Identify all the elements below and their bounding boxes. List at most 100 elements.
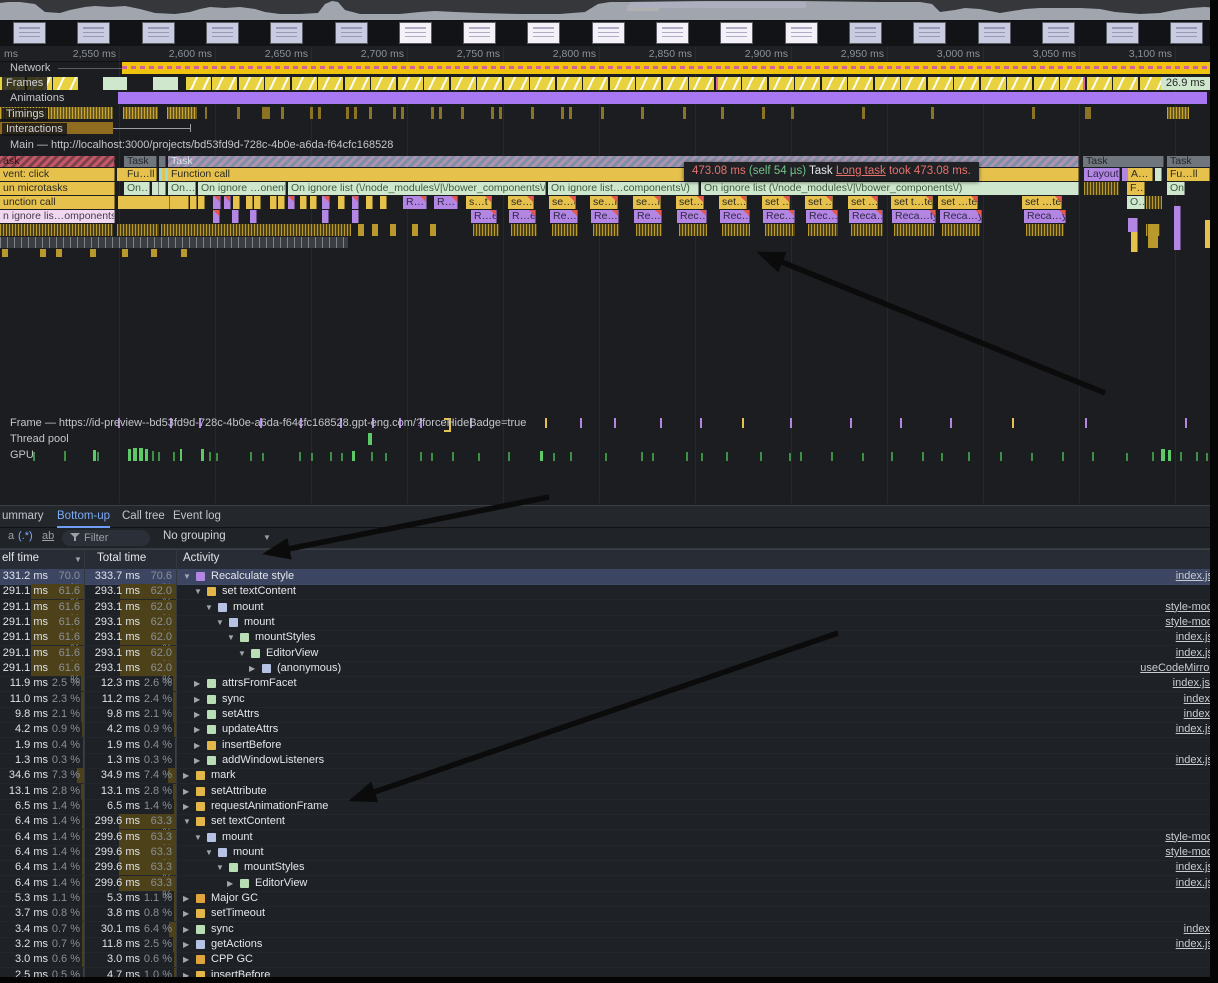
frame-block-idle[interactable]: [153, 77, 178, 90]
frame-block[interactable]: [345, 77, 370, 90]
flame-bar[interactable]: Rec…le: [677, 210, 707, 223]
animations-track-label[interactable]: Animations: [10, 92, 64, 104]
expand-arrow-icon[interactable]: ▶: [194, 710, 200, 719]
frame-block[interactable]: [901, 77, 926, 90]
frame-block[interactable]: [981, 77, 1006, 90]
flame-bar[interactable]: unction call: [0, 196, 115, 209]
flame-bar[interactable]: se…nt: [633, 196, 661, 209]
flame-bar[interactable]: F…l: [1127, 182, 1145, 195]
flame-bar[interactable]: [288, 196, 295, 209]
flame-bar[interactable]: R…e: [471, 210, 497, 223]
table-row[interactable]: 291.1 ms61.6 %293.1 ms62.0 %▼mountstyle-…: [0, 615, 1218, 631]
table-row[interactable]: 5.3 ms1.1 %5.3 ms1.1 %▶Major GC: [0, 891, 1218, 907]
flame-bar[interactable]: [233, 196, 240, 209]
table-row[interactable]: 291.1 ms61.6 %293.1 ms62.0 %▼EditorViewi…: [0, 646, 1218, 662]
frame-duration-badge[interactable]: 26.9 ms: [1161, 77, 1210, 90]
flame-bar[interactable]: R…e: [509, 210, 536, 223]
frame-block[interactable]: [716, 77, 741, 90]
table-row[interactable]: 3.2 ms0.7 %11.8 ms2.5 %▶getActionsindex.…: [0, 937, 1218, 953]
source-link[interactable]: index.: [1184, 693, 1213, 705]
source-link[interactable]: index.js: [1176, 570, 1213, 582]
table-row[interactable]: 6.4 ms1.4 %299.6 ms63.3 %▶EditorViewinde…: [0, 876, 1218, 892]
flame-bar[interactable]: [352, 196, 359, 209]
table-row[interactable]: 6.4 ms1.4 %299.6 ms63.3 %▼mountstyle-mod: [0, 830, 1218, 846]
expand-arrow-icon[interactable]: ▶: [249, 664, 255, 673]
timings-track-label[interactable]: Timings: [2, 108, 48, 121]
expand-arrow-icon[interactable]: ▶: [227, 879, 233, 888]
flame-bar[interactable]: On ignore list…components\/): [548, 182, 699, 195]
tab-call-tree[interactable]: Call tree: [122, 506, 165, 526]
frame-block[interactable]: [795, 77, 820, 90]
collapse-arrow-icon[interactable]: ▼: [216, 618, 224, 627]
flame-bar[interactable]: set…nt: [719, 196, 747, 209]
flame-bar[interactable]: se…nt: [590, 196, 618, 209]
table-row[interactable]: 291.1 ms61.6 %293.1 ms62.0 %▼mountStyles…: [0, 630, 1218, 646]
frame-block[interactable]: [451, 77, 476, 90]
table-row[interactable]: 6.4 ms1.4 %299.6 ms63.3 %▼set textConten…: [0, 814, 1218, 830]
flame-bar[interactable]: [246, 196, 253, 209]
expand-arrow-icon[interactable]: ▶: [194, 756, 200, 765]
flame-bar[interactable]: On…): [168, 182, 196, 195]
flame-bar[interactable]: Re…le: [634, 210, 662, 223]
frame-block[interactable]: [371, 77, 396, 90]
expand-arrow-icon[interactable]: ▶: [183, 894, 189, 903]
frame-block[interactable]: [530, 77, 555, 90]
flame-bar[interactable]: s…t: [466, 196, 492, 209]
frame-block[interactable]: [53, 77, 78, 90]
flame-bar[interactable]: Re…e: [550, 210, 578, 223]
frame-block[interactable]: [848, 77, 873, 90]
flame-bar[interactable]: [190, 196, 197, 209]
flame-bar[interactable]: [322, 196, 330, 209]
flame-bar[interactable]: se…t: [549, 196, 576, 209]
frame-block[interactable]: [398, 77, 423, 90]
flame-bar[interactable]: Reca…yle: [849, 210, 883, 223]
flame-bar[interactable]: ask: [0, 156, 115, 167]
frame-block[interactable]: [186, 77, 211, 90]
flame-bar[interactable]: [338, 196, 345, 209]
filmstrip-thumbnail[interactable]: [399, 22, 432, 44]
gpu-track-label[interactable]: GPU: [10, 449, 34, 461]
table-row[interactable]: 11.0 ms2.3 %11.2 ms2.4 %▶syncindex.: [0, 692, 1218, 708]
table-row[interactable]: 4.2 ms0.9 %4.2 ms0.9 %▶updateAttrsindex.…: [0, 722, 1218, 738]
filmstrip-thumbnail[interactable]: [1042, 22, 1075, 44]
filmstrip-thumbnail[interactable]: [1106, 22, 1139, 44]
flame-bar[interactable]: [213, 210, 220, 223]
flame-bar[interactable]: set…nt: [676, 196, 704, 209]
expand-arrow-icon[interactable]: ▶: [183, 802, 189, 811]
frame-track-label[interactable]: Frame — https://id-preview--bd53fd9d-728…: [10, 417, 526, 429]
main-thread-track-label[interactable]: Main — http://localhost:3000/projects/bd…: [10, 139, 393, 151]
flame-bar[interactable]: Rec…yle: [806, 210, 838, 223]
cpu-overview-strip[interactable]: [0, 0, 1218, 21]
table-row[interactable]: 331.2 ms70.0 %333.7 ms70.6 %▼Recalculate…: [0, 569, 1218, 585]
frame-block[interactable]: [292, 77, 317, 90]
source-link[interactable]: index.js: [1176, 723, 1213, 735]
flame-bar[interactable]: n ignore lis…omponents\/): [0, 210, 115, 223]
flame-bar[interactable]: [198, 196, 205, 209]
flame-bar[interactable]: Reca…yle: [1024, 210, 1066, 223]
filmstrip-thumbnail[interactable]: [978, 22, 1011, 44]
table-row[interactable]: 291.1 ms61.6 %293.1 ms62.0 %▶(anonymous)…: [0, 661, 1218, 677]
flame-bar[interactable]: Task: [1083, 156, 1164, 167]
source-link[interactable]: index.js: [1176, 938, 1213, 950]
frame-block[interactable]: [822, 77, 847, 90]
flame-bar[interactable]: Rec…yle: [763, 210, 795, 223]
flame-bar[interactable]: [380, 196, 387, 209]
flame-bar[interactable]: [270, 196, 277, 209]
flame-bar[interactable]: [366, 196, 373, 209]
flame-bar[interactable]: [152, 182, 159, 195]
table-row[interactable]: 13.1 ms2.8 %13.1 ms2.8 %▶setAttribute: [0, 784, 1218, 800]
source-link[interactable]: useCodeMirror: [1140, 662, 1213, 674]
flame-bar[interactable]: [224, 196, 231, 209]
table-row[interactable]: 34.6 ms7.3 %34.9 ms7.4 %▶mark: [0, 768, 1218, 784]
flame-bar[interactable]: set …ent: [762, 196, 790, 209]
tab-event-log[interactable]: Event log: [173, 506, 221, 526]
flame-bar[interactable]: [254, 196, 261, 209]
frame-block[interactable]: [1087, 77, 1112, 90]
collapse-arrow-icon[interactable]: ▼: [183, 817, 191, 826]
expand-arrow-icon[interactable]: ▶: [183, 925, 189, 934]
network-track-label[interactable]: Network: [10, 62, 50, 74]
table-row[interactable]: 6.4 ms1.4 %299.6 ms63.3 %▼mountstyle-mod: [0, 845, 1218, 861]
collapse-arrow-icon[interactable]: ▼: [194, 833, 202, 842]
frames-track-label[interactable]: Frames: [2, 77, 47, 90]
filmstrip-thumbnail[interactable]: [527, 22, 560, 44]
